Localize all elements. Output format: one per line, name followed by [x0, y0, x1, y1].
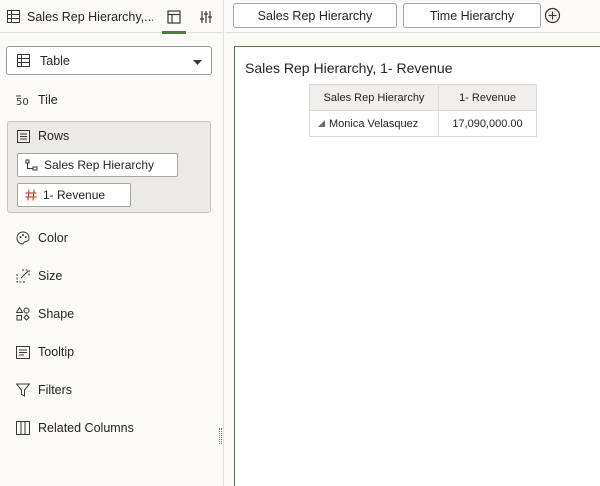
tab-sales-rep-hierarchy[interactable]: Sales Rep Hierarchy — [233, 3, 397, 28]
related-columns-label: Related Columns — [38, 421, 134, 435]
expand-triangle-icon[interactable] — [318, 120, 325, 127]
tile-icon: 50 — [16, 95, 29, 107]
number-icon — [25, 189, 37, 201]
table-icon — [7, 10, 20, 23]
row-item-label: 1- Revenue — [43, 188, 106, 202]
shape-drop-target[interactable]: Shape — [16, 304, 74, 324]
row-item-revenue[interactable]: 1- Revenue — [17, 183, 131, 207]
color-drop-target[interactable]: Color — [16, 228, 68, 248]
filter-icon — [16, 383, 30, 397]
panel-resize-handle[interactable] — [219, 428, 222, 444]
table-cell[interactable]: 17,090,000.00 — [438, 110, 537, 137]
grammar-panel: Sales Rep Hierarchy,... Table 50 Tile Ro… — [0, 0, 224, 486]
table-row: Monica Velasquez 17,090,000.00 — [309, 110, 537, 137]
visualization-title: Sales Rep Hierarchy, 1- Revenue — [245, 60, 453, 76]
size-drop-target[interactable]: Size — [16, 266, 62, 286]
rows-header: Rows — [17, 129, 69, 143]
rows-drop-target[interactable]: Rows Sales Rep Hierarchy 1- Revenue — [7, 121, 211, 213]
viz-type-select[interactable]: Table — [6, 46, 212, 75]
visualization-canvas[interactable]: Sales Rep Hierarchy, 1- Revenue Sales Re… — [234, 46, 600, 486]
svg-text:50: 50 — [16, 97, 29, 107]
column-header[interactable]: Sales Rep Hierarchy — [309, 84, 439, 111]
tile-drop-target[interactable]: 50 Tile — [16, 90, 58, 110]
hierarchy-icon — [25, 159, 38, 170]
grammar-icon — [167, 10, 181, 24]
color-label: Color — [38, 231, 68, 245]
related-columns-drop-target[interactable]: Related Columns — [16, 418, 134, 438]
filters-label: Filters — [38, 383, 73, 397]
tab-time-hierarchy[interactable]: Time Hierarchy — [403, 3, 541, 28]
table-header-row: Sales Rep Hierarchy 1- Revenue — [309, 84, 537, 111]
size-label: Size — [38, 269, 63, 283]
panel-toolbar: Sales Rep Hierarchy,... — [0, 0, 224, 34]
filters-drop-target[interactable]: Filters — [16, 380, 72, 400]
shape-label: Shape — [38, 307, 75, 321]
shapes-icon — [16, 307, 30, 321]
member-name: Monica Velasquez — [329, 117, 419, 130]
row-item-label: Sales Rep Hierarchy — [44, 158, 155, 172]
rows-label: Rows — [38, 129, 70, 143]
column-header[interactable]: 1- Revenue — [438, 84, 537, 111]
tooltip-icon — [16, 345, 30, 359]
tab-label: Time Hierarchy — [429, 8, 515, 23]
tooltip-label: Tooltip — [38, 345, 75, 359]
data-table: Sales Rep Hierarchy 1- Revenue Monica Ve… — [309, 84, 537, 137]
chevron-down-icon — [193, 60, 202, 65]
sliders-icon — [200, 11, 212, 23]
properties-button[interactable] — [193, 4, 219, 30]
table-icon — [17, 54, 30, 67]
grammar-view-button[interactable] — [161, 4, 187, 34]
table-cell[interactable]: Monica Velasquez — [309, 110, 439, 137]
viz-type-label: Table — [40, 53, 70, 68]
tooltip-drop-target[interactable]: Tooltip — [16, 342, 74, 362]
rows-icon — [17, 129, 30, 143]
tile-label: Tile — [38, 93, 58, 107]
palette-icon — [16, 231, 30, 245]
row-item-sales-rep-hierarchy[interactable]: Sales Rep Hierarchy — [17, 153, 178, 177]
add-tab-icon[interactable] — [544, 7, 561, 24]
visualization-tab[interactable]: Sales Rep Hierarchy,... — [0, 0, 158, 33]
columns-icon — [16, 421, 30, 435]
visualization-tab-title: Sales Rep Hierarchy,... — [27, 9, 153, 24]
canvas-tab-bar: Sales Rep Hierarchy Time Hierarchy — [225, 0, 600, 33]
size-icon — [16, 269, 30, 283]
tab-label: Sales Rep Hierarchy — [257, 8, 373, 23]
